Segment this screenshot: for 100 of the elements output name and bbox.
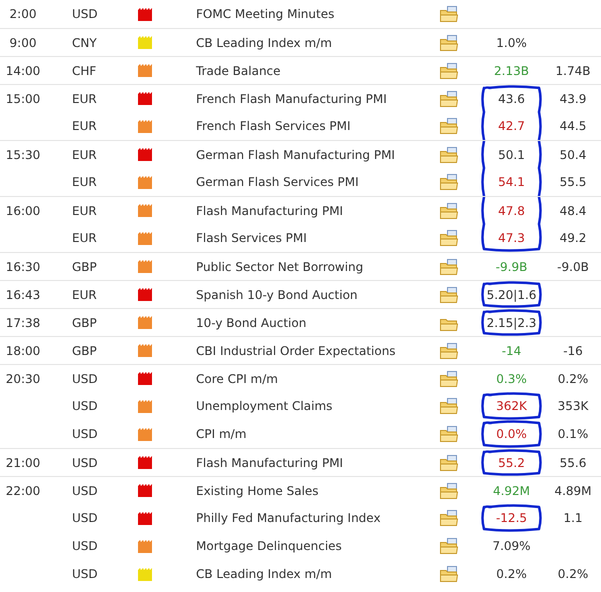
event-name: FOMC Meeting Minutes: [196, 7, 334, 21]
currency-code: GBP: [72, 260, 97, 274]
folder-document-icon[interactable]: [440, 370, 458, 386]
currency-code: EUR: [72, 92, 97, 106]
currency-code: USD: [72, 427, 98, 441]
actual-value: 47.3: [498, 230, 525, 247]
currency-code: CHF: [72, 64, 96, 78]
event-time: 16:00: [6, 204, 40, 218]
folder-document-icon[interactable]: [440, 510, 458, 526]
event-name: 10-y Bond Auction: [196, 316, 306, 330]
event-name: CBI Industrial Order Expectations: [196, 344, 396, 358]
folder-document-icon[interactable]: [440, 566, 458, 582]
currency-code: EUR: [72, 148, 97, 162]
currency-code: GBP: [72, 344, 97, 358]
actual-value: 1.0%: [496, 34, 527, 52]
actual-value: 4.92M: [492, 482, 530, 500]
event-name: Flash Services PMI: [196, 231, 307, 245]
folder-document-icon[interactable]: [440, 90, 458, 106]
forecast-value: 1.1: [563, 511, 583, 525]
folder-document-icon[interactable]: [440, 62, 458, 78]
event-time: 9:00: [10, 36, 36, 50]
folder-document-icon[interactable]: [440, 118, 458, 134]
forecast-value: -9.0B: [557, 260, 589, 274]
event-time: 17:38: [6, 316, 40, 330]
event-name: Spanish 10-y Bond Auction: [196, 288, 358, 302]
event-name: German Flash Services PMI: [196, 175, 359, 189]
currency-code: USD: [72, 567, 98, 581]
currency-code: GBP: [72, 316, 97, 330]
currency-code: USD: [72, 539, 98, 553]
event-time: 14:00: [6, 64, 40, 78]
event-time: 15:00: [6, 92, 40, 106]
folder-document-icon[interactable]: [440, 34, 458, 50]
folder-document-icon[interactable]: [440, 258, 458, 274]
actual-value: 7.09%: [492, 538, 531, 555]
folder-document-icon[interactable]: [440, 482, 458, 498]
event-name: Flash Manufacturing PMI: [196, 456, 344, 470]
currency-code: EUR: [72, 119, 97, 133]
forecast-value: 55.6: [560, 456, 586, 470]
forecast-value: 1.74B: [556, 64, 590, 78]
actual-value: -9.9B: [496, 258, 528, 276]
actual-value: -12.5: [496, 510, 528, 527]
actual-value: 55.2: [498, 454, 525, 472]
event-name: Public Sector Net Borrowing: [196, 260, 364, 274]
actual-value: 2.15|2.3: [486, 314, 536, 332]
folder-document-icon[interactable]: [440, 6, 458, 22]
folder-document-icon[interactable]: [440, 454, 458, 470]
event-name: Trade Balance: [196, 64, 281, 78]
folder-document-icon[interactable]: [440, 146, 458, 162]
actual-value: 50.1: [498, 146, 525, 164]
event-name: CB Leading Index m/m: [196, 567, 332, 581]
event-name: French Flash Manufacturing PMI: [196, 92, 387, 106]
currency-code: EUR: [72, 175, 97, 189]
event-time: 21:00: [6, 456, 40, 470]
forecast-value: 44.5: [560, 119, 586, 133]
actual-value: 362K: [496, 398, 527, 415]
event-time: 2:00: [10, 7, 36, 21]
forecast-value: 0.2%: [558, 567, 588, 581]
event-time: 22:00: [6, 484, 40, 498]
folder-document-icon[interactable]: [440, 202, 458, 218]
currency-code: USD: [72, 511, 98, 525]
folder-document-icon[interactable]: [440, 230, 458, 246]
forecast-value: 49.2: [560, 231, 586, 245]
folder-document-icon[interactable]: [440, 426, 458, 442]
currency-code: USD: [72, 7, 98, 21]
event-name: Flash Manufacturing PMI: [196, 204, 344, 218]
actual-value: 43.6: [498, 90, 525, 108]
event-name: German Flash Manufacturing PMI: [196, 148, 395, 162]
event-name: CB Leading Index m/m: [196, 36, 332, 50]
event-time: 20:30: [6, 372, 40, 386]
currency-code: CNY: [72, 36, 97, 50]
folder-document-icon[interactable]: [440, 398, 458, 414]
folder-document-icon[interactable]: [440, 286, 458, 302]
event-name: Philly Fed Manufacturing Index: [196, 511, 381, 525]
actual-value: 47.8: [498, 202, 525, 220]
currency-code: USD: [72, 399, 98, 413]
event-name: Existing Home Sales: [196, 484, 319, 498]
forecast-value: 0.1%: [558, 427, 588, 441]
forecast-value: -16: [563, 344, 583, 358]
event-name: Core CPI m/m: [196, 372, 278, 386]
event-name: Mortgage Delinquencies: [196, 539, 342, 553]
currency-code: EUR: [72, 231, 97, 245]
currency-code: USD: [72, 456, 98, 470]
actual-value: -14: [502, 342, 522, 360]
currency-code: USD: [72, 484, 98, 498]
folder-document-icon[interactable]: [440, 538, 458, 554]
event-name: French Flash Services PMI: [196, 119, 351, 133]
currency-code: USD: [72, 372, 98, 386]
currency-code: EUR: [72, 204, 97, 218]
folder-document-icon[interactable]: [440, 174, 458, 190]
event-time: 15:30: [6, 148, 40, 162]
event-name: Unemployment Claims: [196, 399, 332, 413]
actual-value: 2.13B: [494, 62, 529, 80]
forecast-value: 48.4: [560, 204, 586, 218]
forecast-value: 50.4: [560, 148, 586, 162]
actual-value: 54.1: [498, 174, 525, 191]
folder-document-icon[interactable]: [440, 342, 458, 358]
event-time: 16:30: [6, 260, 40, 274]
forecast-value: 55.5: [560, 175, 586, 189]
forecast-value: 353K: [558, 399, 588, 413]
event-name: CPI m/m: [196, 427, 246, 441]
